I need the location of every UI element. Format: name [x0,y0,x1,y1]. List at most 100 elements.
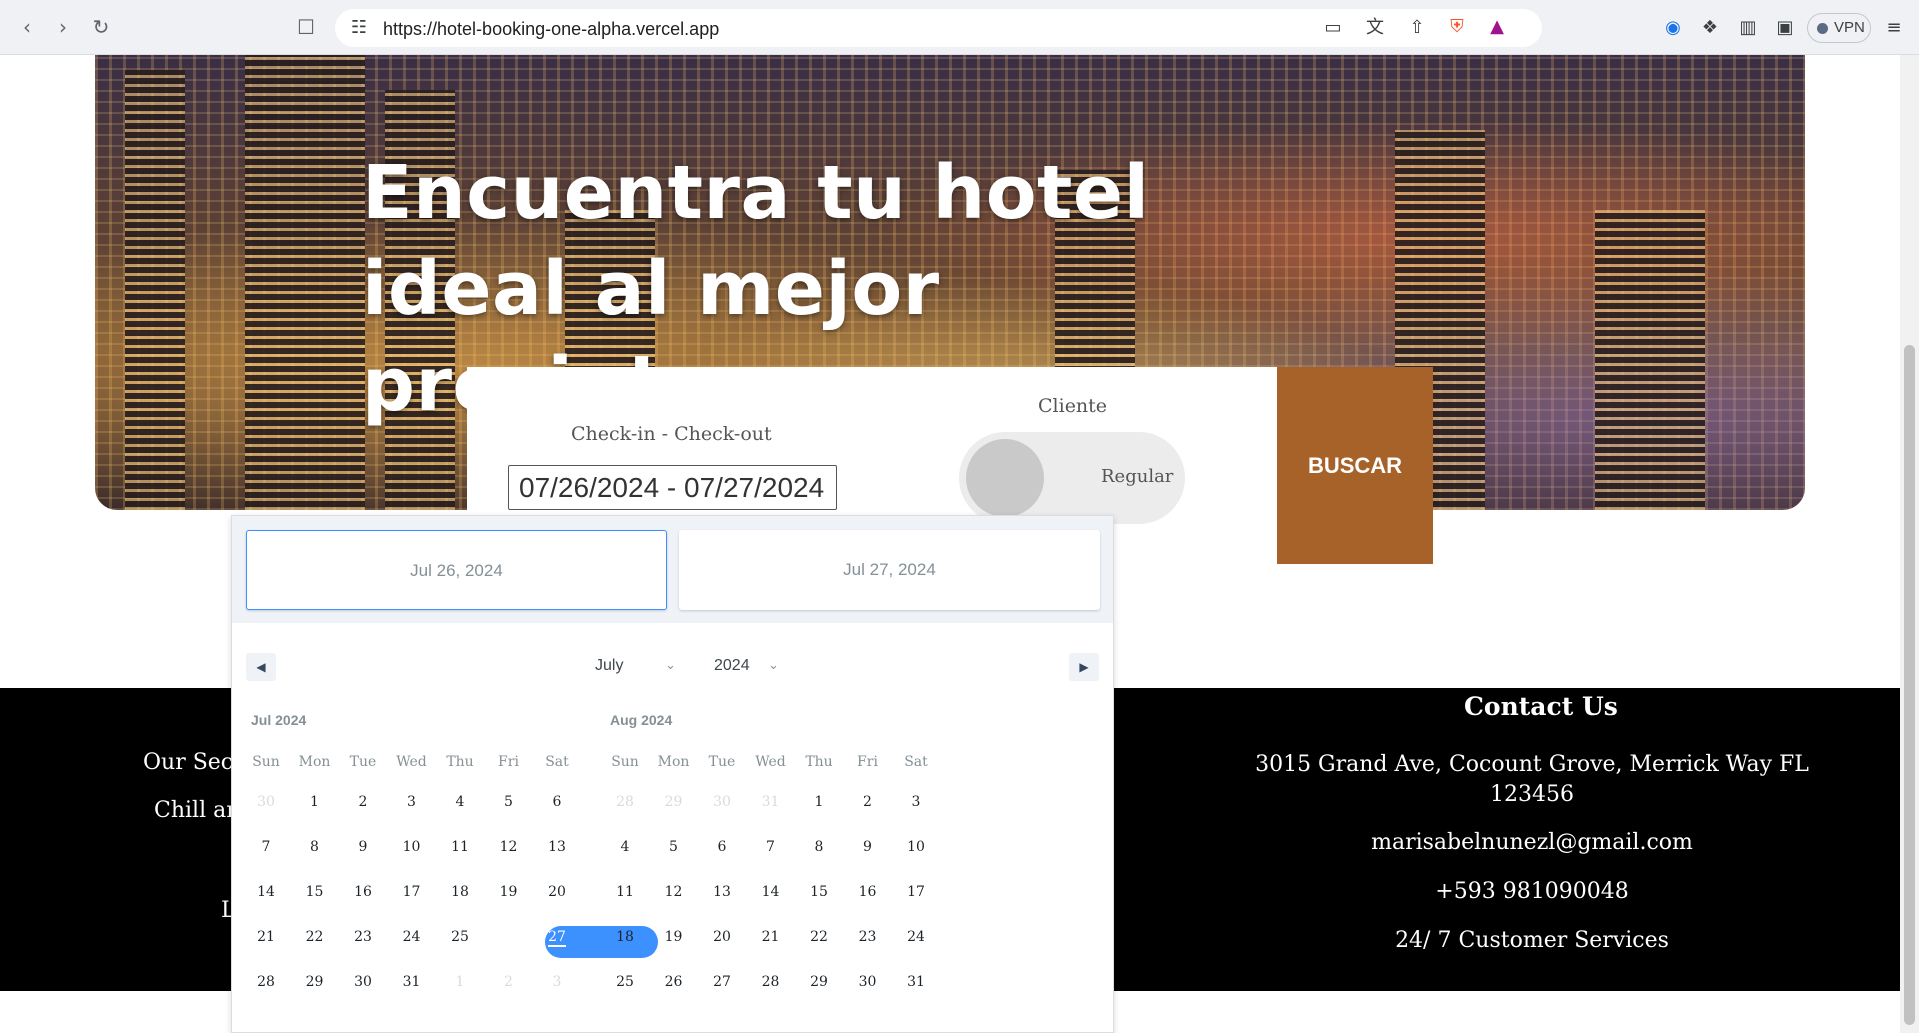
client-type-toggle[interactable]: Regular [959,432,1185,524]
calendar-day-number: 1 [310,794,319,810]
calendar-day-number: 17 [907,884,925,900]
footer-left-text: Chill ar [154,798,237,823]
calendar-day-number: 9 [863,839,872,855]
prev-month-button[interactable]: ◀ [246,653,276,681]
toggle-knob[interactable] [966,439,1044,517]
search-button[interactable]: BUSCAR [1277,367,1433,564]
calendar-day-number: 29 [810,974,828,990]
calendar-day-number: 19 [664,929,683,945]
building-decoration [125,70,185,510]
chevron-down-icon: ⌄ [768,658,779,673]
scrollbar-thumb[interactable] [1904,345,1915,1025]
sync-icon[interactable]: ◉ [1661,17,1685,39]
extensions-icon[interactable]: ❖ [1698,17,1722,39]
year-select[interactable]: 2024 ⌄ [714,657,779,675]
brave-shield-icon[interactable]: ⛨ [1445,16,1469,38]
chevron-down-icon: ⌄ [665,658,676,673]
calendar-day-number: 21 [257,929,275,945]
calendar-day-number: 13 [713,884,731,900]
cliente-label: Cliente [1038,395,1108,417]
month-name: Aug 2024 [610,712,673,728]
reload-icon[interactable]: ↻ [88,14,114,40]
contact-phone[interactable]: +593 981090048 [1252,877,1812,907]
calendar-day-number: 14 [257,884,275,900]
calendar-day[interactable]: 3 [888,786,944,818]
url-text[interactable]: https://hotel-booking-one-alpha.vercel.a… [383,19,719,40]
date-display-wrapper: Jul 26, 2024 Jul 27, 2024 [232,516,1113,623]
calendar-day-number: 25 [451,929,469,945]
calendar-day-number: 5 [669,839,678,855]
month-select[interactable]: July ⌄ [595,657,676,675]
calendar-day-number: 20 [548,884,566,900]
calendar-day-number: 12 [499,839,518,855]
forward-icon[interactable]: › [50,14,76,40]
calendar-day[interactable]: 13 [529,831,585,863]
checkin-label: Check-in - Check-out [571,423,772,445]
calendar-day[interactable]: 24 [888,921,944,953]
page-scrollbar[interactable] [1900,55,1919,1033]
site-info-icon[interactable]: ☷ [347,17,371,39]
translate-icon[interactable]: 文 [1363,17,1387,39]
contact-address: 3015 Grand Ave, Cocount Grove, Merrick W… [1255,752,1809,807]
weekday-label: Sat [904,754,928,770]
calendar-day-number: 1 [814,794,824,810]
footer-left-text: Our Secr [143,750,244,775]
calendar-day-number: 16 [858,884,877,900]
calendar-day-number: 7 [261,839,271,855]
calendar-day[interactable]: 27 [529,921,585,953]
calendar-day-number: 26 [664,974,683,990]
calendar-day-number: 25 [616,974,634,990]
sidebar-icon[interactable]: ▥ [1736,17,1760,39]
calendar-day[interactable]: 6 [529,786,585,818]
calendar-day-number: 27 [713,974,731,990]
calendar-day-number: 29 [305,974,324,990]
back-icon[interactable]: ‹ [14,14,40,40]
calendar-day-number: 18 [616,929,634,945]
calendar-day-number: 23 [858,929,877,945]
address-bar[interactable]: ☷ https://hotel-booking-one-alpha.vercel… [335,9,1542,47]
calendar-day-number: 6 [552,794,562,810]
calendar-day-number: 29 [664,794,683,810]
calendar-day-number: 16 [354,884,372,900]
bookmark-icon[interactable]: ☐ [293,14,319,40]
contact-email[interactable]: marisabelnunezl@gmail.com [1252,828,1812,858]
end-date-display[interactable]: Jul 27, 2024 [679,530,1100,610]
calendar-day-number: 15 [810,884,828,900]
share-icon[interactable]: ⇧ [1405,17,1429,39]
calendar-day-number: 17 [402,884,421,900]
calendar-day-number: 20 [713,929,731,945]
calendar-day-number: 8 [814,839,824,855]
calendar-day[interactable]: 10 [888,831,944,863]
calendar-day[interactable]: 31 [888,966,944,998]
calendar-day-number: 22 [305,929,324,945]
calendar-day-number: 31 [761,794,780,810]
calendar-day-number: 4 [620,839,630,855]
calendar-day[interactable]: 3 [529,966,585,998]
calendar-day-number: 11 [451,839,469,855]
calendar-day-number: 10 [907,839,925,855]
menu-icon[interactable]: ≡ [1882,17,1906,39]
calendar-day-number: 2 [863,794,872,810]
calendar-day-number: 10 [402,839,421,855]
calendar-day-number: 11 [616,884,634,900]
calendar-day-number: 2 [358,794,368,810]
next-month-button[interactable]: ▶ [1069,653,1099,681]
calendar-day-number: 24 [402,929,421,945]
cast-icon[interactable]: ▭ [1321,17,1345,39]
calendar-day-number: 21 [761,929,780,945]
date-range-input[interactable]: 07/26/2024 - 07/27/2024 [508,465,837,510]
calendar-day[interactable]: 20 [529,876,585,908]
calendar-day-number: 14 [761,884,780,900]
brave-rewards-icon[interactable]: ▲ [1485,16,1509,38]
month-name: Jul 2024 [251,712,307,728]
calendar-day-number: 3 [911,794,921,810]
start-date-display[interactable]: Jul 26, 2024 [246,530,667,610]
year-select-value: 2024 [714,657,750,674]
toggle-label: Regular [1101,466,1174,487]
wallet-icon[interactable]: ▣ [1773,17,1797,39]
calendar-day[interactable]: 17 [888,876,944,908]
calendar-day-number: 27 [548,929,566,947]
vpn-button[interactable]: VPN [1807,13,1871,43]
vpn-status-icon [1817,23,1828,34]
calendar-day-number: 6 [717,839,727,855]
